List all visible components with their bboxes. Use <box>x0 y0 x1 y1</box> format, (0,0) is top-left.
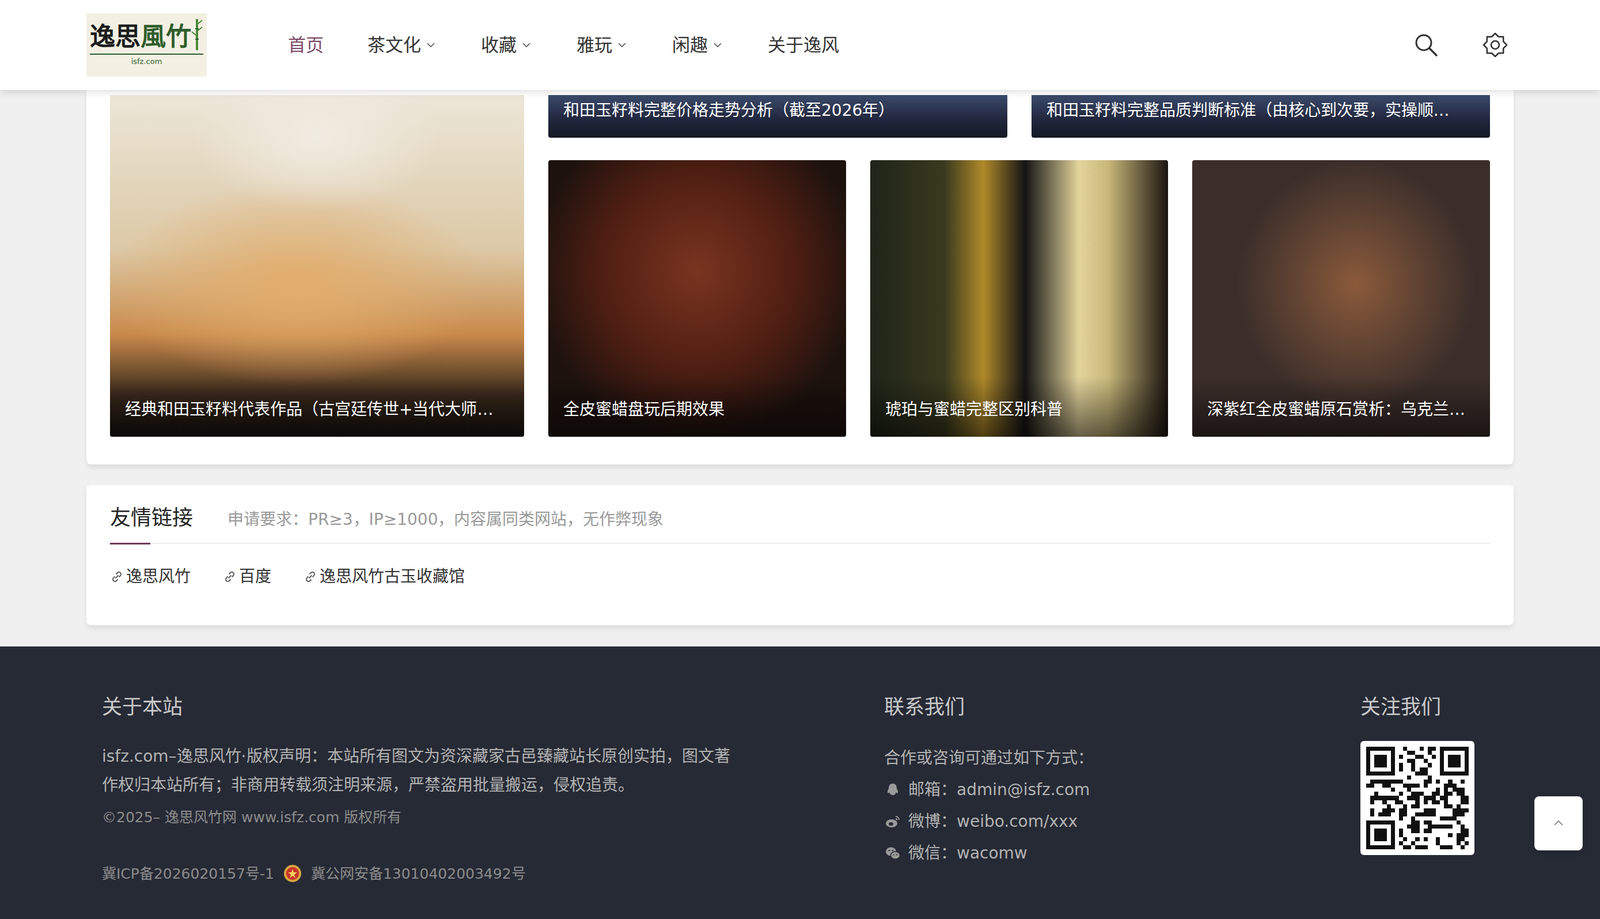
featured-bottom-row: 全皮蜜蜡盘玩后期效果琥珀与蜜蜡完整区别科普深紫红全皮蜜蜡原石赏析：乌克兰… <box>548 160 1490 437</box>
nav-item[interactable]: 关于逸风 <box>767 31 840 59</box>
article-title: 全皮蜜蜡盘玩后期效果 <box>548 376 847 437</box>
back-to-top-button[interactable] <box>1534 795 1583 851</box>
footer-follow: 关注我们 <box>1360 694 1600 885</box>
gear-icon <box>1481 31 1509 59</box>
qr-code <box>1360 740 1475 855</box>
article-title: 和田玉籽料完整品质判断标准（由核心到次要，实操顺… <box>1031 95 1491 138</box>
article-title: 和田玉籽料完整价格走势分析（截至2026年） <box>548 95 1008 138</box>
footer-heading: 关注我们 <box>1360 694 1600 719</box>
police-badge-icon <box>282 862 303 884</box>
nav-label: 闲趣 <box>672 31 708 59</box>
logo-text: 逸思 <box>89 23 141 51</box>
friend-link-label: 逸思风竹 <box>126 564 191 589</box>
bamboo-icon <box>191 17 203 51</box>
weibo-icon <box>884 812 902 830</box>
footer-heading: 联系我们 <box>884 694 1361 719</box>
nav-item[interactable]: 首页 <box>287 31 324 59</box>
article-tile[interactable]: 全皮蜜蜡盘玩后期效果 <box>548 160 847 437</box>
chevron-down-icon <box>520 38 533 52</box>
contact-item: 微博：weibo.com/xxx <box>884 805 1361 837</box>
chevron-down-icon <box>615 38 629 52</box>
search-button[interactable] <box>1412 31 1440 59</box>
icp-link[interactable]: 冀ICP备2026020157号-1 <box>101 862 275 885</box>
main-nav: 首页 茶文化 收藏 雅玩 闲趣 关于逸风 <box>287 31 840 59</box>
nav-item[interactable]: 收藏 <box>480 31 533 59</box>
link-icon <box>222 569 237 584</box>
friend-link[interactable]: 逸思风竹 <box>110 564 191 589</box>
footer-grid: 关于本站 isfz.com–逸思风竹·版权声明：本站所有图文为资深藏家古邑臻藏站长… <box>101 694 1600 885</box>
link-icon <box>110 569 124 584</box>
links-title: 友情链接 <box>110 502 193 534</box>
contact-text: 邮箱：admin@isfz.com <box>908 773 1090 806</box>
article-tile[interactable]: 和田玉籽料完整价格走势分析（截至2026年） <box>548 95 1008 138</box>
featured-top-row: 和田玉籽料完整价格走势分析（截至2026年） 和田玉籽料完整品质判断标准（由核心到… <box>548 95 1490 138</box>
nav-label: 关于逸风 <box>767 31 840 59</box>
friend-link[interactable]: 百度 <box>222 564 272 589</box>
article-tile[interactable]: 和田玉籽料完整品质判断标准（由核心到次要，实操顺… <box>1031 95 1491 138</box>
wechat-icon <box>884 844 902 862</box>
settings-button[interactable] <box>1481 31 1509 59</box>
nav-label: 收藏 <box>480 31 517 59</box>
featured-grid: 经典和田玉籽料代表作品（古宫廷传世+当代大师… 和田玉籽料完整价格走势分析（截至2… <box>110 95 1490 437</box>
friend-links-card: 友情链接 申请要求：PR≥3，IP≥1000，内容属同类网站，无作弊现象逸思风竹 百… <box>86 484 1514 625</box>
chevron-down-icon <box>711 38 724 52</box>
contact-text: 微信：wacomw <box>908 836 1028 869</box>
nav-label: 茶文化 <box>367 31 422 59</box>
article-title: 深紫红全皮蜜蜡原石赏析：乌克兰… <box>1192 376 1490 437</box>
contact-item: 邮箱：admin@isfz.com <box>884 773 1361 806</box>
friend-link-label: 百度 <box>239 564 272 589</box>
nav-label: 首页 <box>287 31 324 59</box>
site-logo[interactable]: 逸思風竹 isfz.com <box>86 13 207 77</box>
contact-item: 微信：wacomw <box>884 836 1361 869</box>
logo-domain: isfz.com <box>89 53 204 68</box>
copyright-statement: isfz.com–逸思风竹·版权声明：本站所有图文为资深藏家古邑臻藏站长原创实拍… <box>101 741 736 800</box>
friend-link-label: 逸思风竹古玉收藏馆 <box>319 564 465 589</box>
logo-row: 逸思風竹 <box>89 17 204 51</box>
chevron-down-icon <box>424 38 438 52</box>
article-tile[interactable]: 琥珀与蜜蜡完整区别科普 <box>870 160 1169 437</box>
contact-intro: 合作或咨询可通过如下方式： <box>884 741 1361 774</box>
police-record-link[interactable]: 冀公网安备13010402003492号 <box>311 862 526 885</box>
article-title: 琥珀与蜜蜡完整区别科普 <box>870 376 1169 437</box>
article-title: 经典和田玉籽料代表作品（古宫廷传世+当代大师… <box>110 376 525 437</box>
qq-icon <box>884 780 902 799</box>
main-content: 经典和田玉籽料代表作品（古宫廷传世+当代大师… 和田玉籽料完整价格走势分析（截至2… <box>0 89 1600 625</box>
link-icon <box>303 569 318 584</box>
chevron-up-icon <box>1551 815 1567 831</box>
nav-label: 雅玩 <box>576 31 613 59</box>
site-footer: 关于本站 isfz.com–逸思风竹·版权声明：本站所有图文为资深藏家古邑臻藏站长… <box>0 646 1600 919</box>
links-note: 申请要求：PR≥3，IP≥1000，内容属同类网站，无作弊现象 <box>227 507 664 532</box>
header-bar: 逸思風竹 isfz.com 首页 茶文化 收藏 雅玩 闲趣 关于逸风 <box>86 0 1514 90</box>
featured-right: 和田玉籽料完整价格走势分析（截至2026年） 和田玉籽料完整品质判断标准（由核心到… <box>548 95 1490 437</box>
friend-link[interactable]: 逸思风竹古玉收藏馆 <box>303 564 465 589</box>
site-header: 逸思風竹 isfz.com 首页 茶文化 收藏 雅玩 闲趣 关于逸风 <box>0 0 1600 90</box>
footer-contact: 联系我们合作或咨询可通过如下方式：邮箱：admin@isfz.com微博：wei… <box>884 694 1361 885</box>
article-tile[interactable]: 经典和田玉籽料代表作品（古宫廷传世+当代大师… <box>110 95 525 437</box>
record-line: 冀ICP备2026020157号-1 冀公网安备13010402003492号 <box>101 862 885 885</box>
nav-item[interactable]: 雅玩 <box>576 31 629 59</box>
footer-about: 关于本站 isfz.com–逸思风竹·版权声明：本站所有图文为资深藏家古邑臻藏站长… <box>101 694 885 885</box>
links-list: 逸思风竹 百度 逸思风竹古玉收藏馆 <box>110 564 1490 589</box>
nav-item[interactable]: 茶文化 <box>367 31 438 59</box>
footer-heading: 关于本站 <box>101 694 885 719</box>
contact-text: 微博：weibo.com/xxx <box>908 805 1078 837</box>
copyright-line: ©2025– 逸思风竹网 www.isfz.com 版权所有 <box>101 806 885 829</box>
header-tools <box>1412 31 1509 59</box>
logo-accent-text: 風竹 <box>140 23 192 51</box>
featured-card: 经典和田玉籽料代表作品（古宫廷传世+当代大师… 和田玉籽料完整价格走势分析（截至2… <box>86 89 1514 465</box>
links-header: 友情链接 申请要求：PR≥3，IP≥1000，内容属同类网站，无作弊现象 <box>110 502 1490 544</box>
article-tile[interactable]: 深紫红全皮蜜蜡原石赏析：乌克兰… <box>1192 160 1490 437</box>
nav-item[interactable]: 闲趣 <box>672 31 724 59</box>
search-icon <box>1412 31 1440 59</box>
